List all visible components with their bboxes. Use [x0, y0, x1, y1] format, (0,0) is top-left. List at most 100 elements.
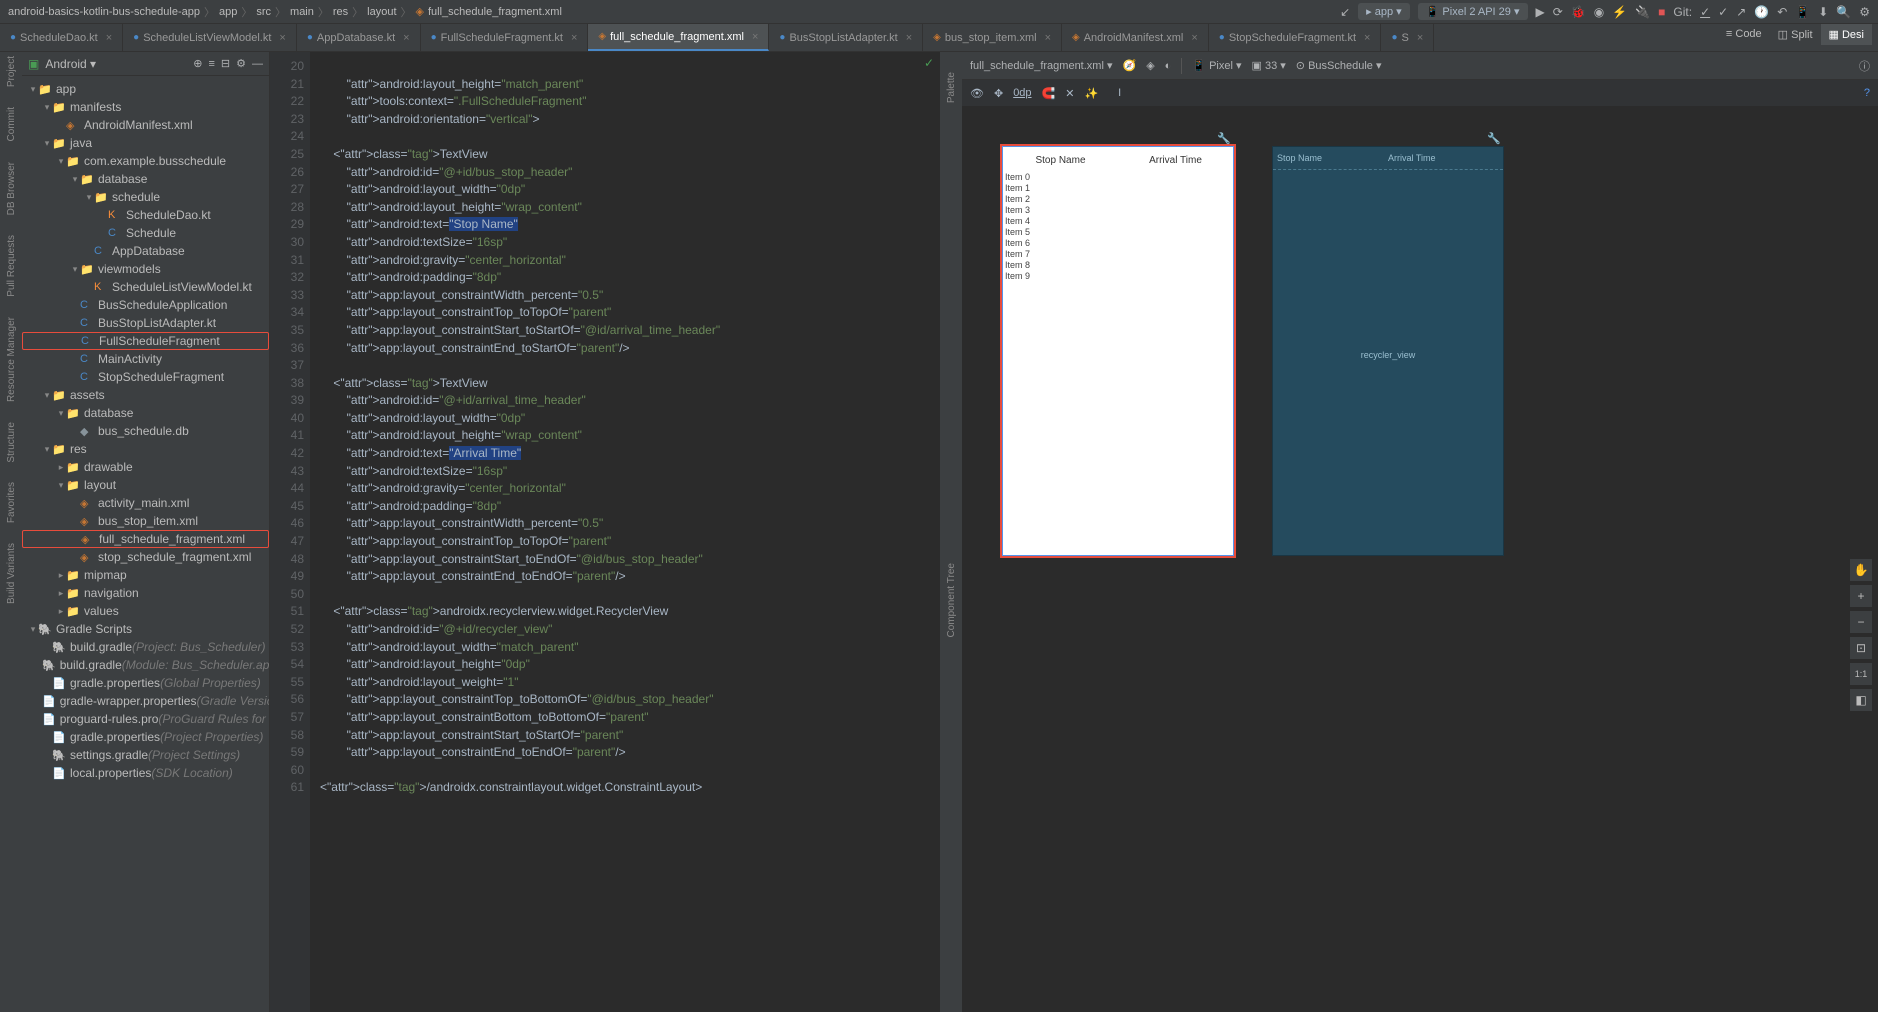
- night-mode-icon[interactable]: ◐: [1165, 60, 1172, 72]
- code-view-button[interactable]: ≡ Code: [1718, 24, 1770, 45]
- file-tab[interactable]: ●BusStopListAdapter.kt×: [769, 24, 923, 51]
- design-canvas[interactable]: 🔧 Stop Name Arrival Time Item 0Item 1Ite…: [962, 106, 1878, 1012]
- device-preview-selector[interactable]: 📱 Pixel ▾: [1192, 59, 1241, 72]
- wrench-icon[interactable]: 🔧: [1217, 132, 1231, 145]
- tree-item[interactable]: ◈activity_main.xml: [22, 494, 269, 512]
- tool-window-tab[interactable]: Resource Manager: [6, 317, 17, 402]
- tree-item[interactable]: 📄proguard-rules.pro (ProGuard Rules for …: [22, 710, 269, 728]
- tree-item[interactable]: ◈AndroidManifest.xml: [22, 116, 269, 134]
- design-preview[interactable]: 🔧 Stop Name Arrival Time Item 0Item 1Ite…: [1002, 146, 1234, 556]
- zoom-ratio-button[interactable]: 1:1: [1850, 663, 1872, 685]
- tree-item[interactable]: 🐘settings.gradle (Project Settings): [22, 746, 269, 764]
- history-icon[interactable]: 🕐: [1754, 5, 1769, 19]
- tree-item[interactable]: 🐘build.gradle (Project: Bus_Scheduler): [22, 638, 269, 656]
- component-tree-tab[interactable]: Component Tree: [946, 563, 957, 638]
- hide-icon[interactable]: —: [252, 58, 263, 70]
- tree-item[interactable]: ◆bus_schedule.db: [22, 422, 269, 440]
- view-options-icon[interactable]: 👁: [970, 87, 984, 100]
- file-tab[interactable]: ◈full_schedule_fragment.xml×: [588, 24, 769, 51]
- infer-constraints-icon[interactable]: ✨: [1084, 87, 1098, 100]
- split-view-button[interactable]: ◫ Split: [1770, 24, 1821, 45]
- tree-item[interactable]: ▾📁database: [22, 170, 269, 188]
- breadcrumb[interactable]: android-basics-kotlin-bus-schedule-app〉a…: [8, 4, 1340, 20]
- tree-item[interactable]: 📄gradle.properties (Project Properties): [22, 728, 269, 746]
- tree-item[interactable]: CStopScheduleFragment: [22, 368, 269, 386]
- file-tab[interactable]: ●ScheduleListViewModel.kt×: [123, 24, 297, 51]
- zoom-out-button[interactable]: −: [1850, 611, 1872, 633]
- editor-content[interactable]: "attr">android:layout_height="match_pare…: [310, 52, 940, 1012]
- sdk-manager-icon[interactable]: ⬇: [1818, 5, 1828, 19]
- tree-item[interactable]: ▸📁navigation: [22, 584, 269, 602]
- tree-item[interactable]: ◈bus_stop_item.xml: [22, 512, 269, 530]
- pan-icon[interactable]: ✥: [994, 87, 1003, 100]
- tree-item[interactable]: ▸📁drawable: [22, 458, 269, 476]
- stop-button[interactable]: ■: [1658, 5, 1665, 19]
- avd-manager-icon[interactable]: 📱: [1795, 5, 1810, 19]
- tree-item[interactable]: CAppDatabase: [22, 242, 269, 260]
- tool-window-tab[interactable]: Project: [6, 56, 17, 87]
- tool-window-tab[interactable]: Commit: [6, 107, 17, 141]
- zoom-in-button[interactable]: +: [1850, 585, 1872, 607]
- tree-item[interactable]: ▾📁assets: [22, 386, 269, 404]
- tree-item[interactable]: ▾📁viewmodels: [22, 260, 269, 278]
- attach-debugger-icon[interactable]: 🔌: [1635, 5, 1650, 19]
- tree-item[interactable]: ▾📁com.example.busschedule: [22, 152, 269, 170]
- settings-icon[interactable]: ⚙: [1859, 5, 1870, 19]
- expand-all-icon[interactable]: ≡: [208, 58, 214, 70]
- layers-icon[interactable]: ◧: [1850, 689, 1872, 711]
- tree-item[interactable]: ▾📁java: [22, 134, 269, 152]
- tree-item[interactable]: ◈full_schedule_fragment.xml: [22, 530, 269, 548]
- tool-window-tab[interactable]: DB Browser: [6, 162, 17, 215]
- run-button[interactable]: ▶: [1536, 5, 1545, 19]
- git-push-icon[interactable]: ↗: [1736, 5, 1746, 19]
- tree-item[interactable]: CSchedule: [22, 224, 269, 242]
- profiler-icon[interactable]: ◉: [1594, 5, 1604, 19]
- file-tab[interactable]: ◈AndroidManifest.xml×: [1062, 24, 1209, 51]
- blueprint-preview[interactable]: 🔧 Stop Name Arrival Time recycler_view: [1272, 146, 1504, 556]
- git-update-icon[interactable]: ✓: [1700, 5, 1710, 19]
- api-selector[interactable]: ▣ 33 ▾: [1252, 59, 1286, 72]
- tool-window-tab[interactable]: Favorites: [6, 482, 17, 523]
- tool-window-tab[interactable]: Structure: [6, 422, 17, 463]
- clear-constraints-icon[interactable]: ✕: [1065, 87, 1074, 100]
- file-tab[interactable]: ●ScheduleDao.kt×: [0, 24, 123, 51]
- tree-item[interactable]: KScheduleListViewModel.kt: [22, 278, 269, 296]
- tree-item[interactable]: 🐘build.gradle (Module: Bus_Scheduler.app…: [22, 656, 269, 674]
- zoom-fit-button[interactable]: ⊡: [1850, 637, 1872, 659]
- debug-button[interactable]: 🐞: [1571, 5, 1586, 19]
- tree-item[interactable]: ▾📁schedule: [22, 188, 269, 206]
- tree-item[interactable]: ◈stop_schedule_fragment.xml: [22, 548, 269, 566]
- file-tab[interactable]: ◈bus_stop_item.xml×: [923, 24, 1062, 51]
- pan-tool-icon[interactable]: ✋: [1850, 559, 1872, 581]
- tree-item[interactable]: CFullScheduleFragment: [22, 332, 269, 350]
- apply-changes-icon[interactable]: ⟳: [1553, 5, 1563, 19]
- design-surface-icon[interactable]: ◈: [1146, 59, 1154, 72]
- git-commit-icon[interactable]: ✓: [1718, 5, 1728, 19]
- theme-selector[interactable]: ⊙ BusSchedule ▾: [1296, 59, 1382, 72]
- tree-item[interactable]: 📄gradle.properties (Global Properties): [22, 674, 269, 692]
- file-tab[interactable]: ●S×: [1381, 24, 1434, 51]
- autoconnect-icon[interactable]: 🧲: [1042, 87, 1056, 100]
- tree-item[interactable]: ▾📁database: [22, 404, 269, 422]
- gear-icon[interactable]: ⚙: [236, 57, 246, 70]
- tree-item[interactable]: ▸📁mipmap: [22, 566, 269, 584]
- help-icon[interactable]: ?: [1864, 87, 1870, 99]
- tree-item[interactable]: 📄gradle-wrapper.properties (Gradle Versi…: [22, 692, 269, 710]
- tree-item[interactable]: ▾📁manifests: [22, 98, 269, 116]
- tree-item[interactable]: ▸📁values: [22, 602, 269, 620]
- tool-window-tab[interactable]: Build Variants: [6, 543, 17, 604]
- file-selector[interactable]: full_schedule_fragment.xml ▾: [970, 59, 1112, 72]
- palette-tab[interactable]: Palette: [946, 72, 957, 103]
- tree-item[interactable]: KScheduleDao.kt: [22, 206, 269, 224]
- run-config-selector[interactable]: ▸ app ▾: [1358, 3, 1410, 20]
- tool-window-tab[interactable]: Pull Requests: [6, 235, 17, 297]
- project-view-selector[interactable]: Android ▾: [45, 57, 187, 71]
- tree-item[interactable]: CBusStopListAdapter.kt: [22, 314, 269, 332]
- select-opened-icon[interactable]: ⊕: [193, 57, 202, 70]
- tree-item[interactable]: CBusScheduleApplication: [22, 296, 269, 314]
- file-tab[interactable]: ●StopScheduleFragment.kt×: [1209, 24, 1382, 51]
- device-selector[interactable]: 📱 Pixel 2 API 29 ▾: [1418, 3, 1528, 20]
- tree-item[interactable]: 📄local.properties (SDK Location): [22, 764, 269, 782]
- inspection-ok-icon[interactable]: ✓: [924, 56, 934, 70]
- wrench-icon[interactable]: 🔧: [1487, 132, 1501, 145]
